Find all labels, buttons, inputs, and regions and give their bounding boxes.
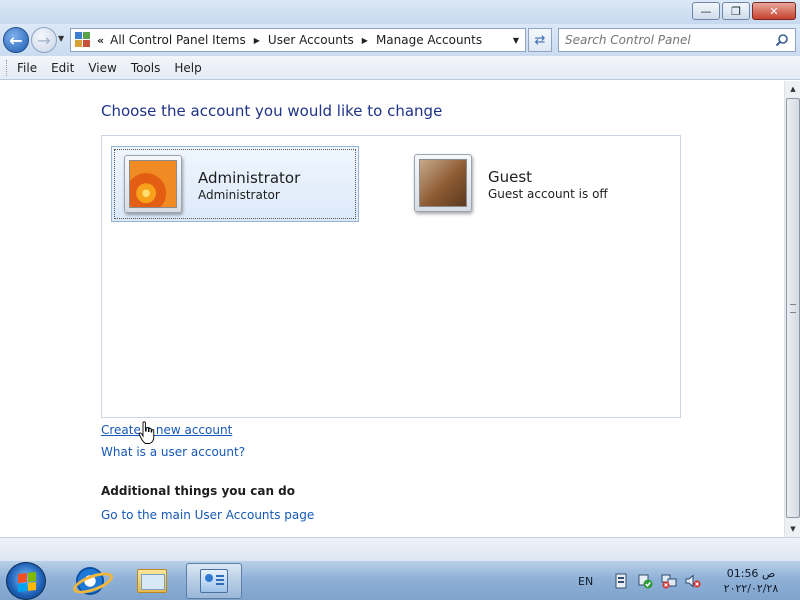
internet-explorer-icon (76, 567, 104, 595)
address-overflow-chevron[interactable]: « (97, 34, 104, 47)
minimize-button[interactable]: — (692, 2, 720, 20)
avatar (124, 155, 182, 213)
menu-view[interactable]: View (88, 61, 116, 75)
menu-grip (6, 59, 9, 76)
scroll-thumb[interactable] (786, 98, 800, 518)
title-bar: — ❐ ✕ (0, 0, 800, 24)
back-arrow-icon: ← (9, 30, 23, 50)
menu-bar: File Edit View Tools Help (0, 56, 800, 80)
main-user-accounts-link[interactable]: Go to the main User Accounts page (101, 508, 314, 522)
address-dropdown-icon[interactable]: ▼ (513, 36, 519, 45)
control-panel-icon (200, 569, 228, 593)
menu-tools[interactable]: Tools (131, 61, 161, 75)
breadcrumb-arrow-icon[interactable]: ▶ (254, 36, 260, 45)
windows-logo-icon (18, 572, 36, 592)
recent-pages-dropdown-icon[interactable]: ▼ (58, 34, 64, 43)
scroll-down-icon[interactable]: ▼ (785, 521, 800, 537)
taskbar-windows-explorer[interactable] (124, 563, 180, 599)
network-icon[interactable] (661, 573, 677, 589)
window-controls: — ❐ ✕ (692, 2, 796, 20)
maximize-button[interactable]: ❐ (722, 2, 750, 20)
avatar (414, 154, 472, 212)
keyboard-layout-icon[interactable] (613, 573, 629, 589)
system-tray: EN (570, 561, 709, 600)
account-name: Administrator (198, 169, 301, 187)
taskbar: EN 01:56 ص ٢٠٢٢/٠٢/٢٨ (0, 560, 800, 600)
folder-icon (137, 569, 167, 593)
breadcrumb-arrow-icon[interactable]: ▶ (362, 36, 368, 45)
address-bar[interactable]: « All Control Panel Items ▶ User Account… (70, 28, 526, 52)
status-bar (0, 537, 800, 560)
taskbar-control-panel[interactable] (186, 563, 242, 599)
breadcrumb-user-accounts[interactable]: User Accounts (268, 33, 354, 47)
control-panel-icon (75, 32, 93, 48)
start-button[interactable] (6, 562, 46, 600)
main-content: Choose the account you would like to cha… (0, 81, 784, 537)
breadcrumb-all-control-panel-items[interactable]: All Control Panel Items (110, 33, 246, 47)
account-name: Guest (488, 168, 533, 186)
search-icon[interactable] (775, 33, 789, 47)
search-box[interactable] (558, 28, 796, 52)
breadcrumb-manage-accounts[interactable]: Manage Accounts (376, 33, 482, 47)
forward-arrow-icon: → (37, 30, 51, 50)
language-indicator[interactable]: EN (578, 575, 593, 588)
forward-button[interactable]: → (31, 27, 57, 53)
suitcase-picture-icon (419, 159, 467, 207)
vertical-scrollbar[interactable]: ▲ ▼ (784, 81, 800, 537)
page-title: Choose the account you would like to cha… (101, 102, 443, 120)
additional-tasks-heading: Additional things you can do (101, 484, 296, 498)
account-status: Guest account is off (488, 187, 608, 201)
action-center-flag-icon[interactable] (637, 573, 653, 589)
scroll-up-icon[interactable]: ▲ (785, 81, 800, 97)
flower-picture-icon (129, 160, 177, 208)
account-tile-guest[interactable]: Guest Guest account is off (402, 146, 662, 222)
navigation-bar: ← → ▼ « All Control Panel Items ▶ User A… (0, 24, 800, 56)
menu-edit[interactable]: Edit (51, 61, 74, 75)
clock-date: ٢٠٢٢/٠٢/٢٨ (723, 582, 779, 595)
system-clock[interactable]: 01:56 ص ٢٠٢٢/٠٢/٢٨ (708, 566, 794, 596)
volume-muted-icon[interactable] (685, 573, 701, 589)
hand-cursor-icon (138, 421, 155, 444)
what-is-user-account-link[interactable]: What is a user account? (101, 445, 245, 459)
menu-file[interactable]: File (17, 61, 37, 75)
close-button[interactable]: ✕ (752, 2, 796, 20)
refresh-button[interactable]: ⇄ (528, 28, 552, 52)
create-account-link[interactable]: Create a new account (101, 423, 232, 437)
menu-help[interactable]: Help (174, 61, 201, 75)
account-tile-administrator[interactable]: Administrator Administrator (111, 146, 359, 222)
accounts-list: Administrator Administrator Guest Guest … (101, 135, 681, 418)
search-input[interactable] (565, 33, 775, 47)
taskbar-internet-explorer[interactable] (62, 563, 118, 599)
account-type: Administrator (198, 188, 280, 202)
clock-time: 01:56 ص (726, 567, 776, 580)
back-button[interactable]: ← (3, 27, 29, 53)
refresh-icon: ⇄ (534, 32, 546, 48)
